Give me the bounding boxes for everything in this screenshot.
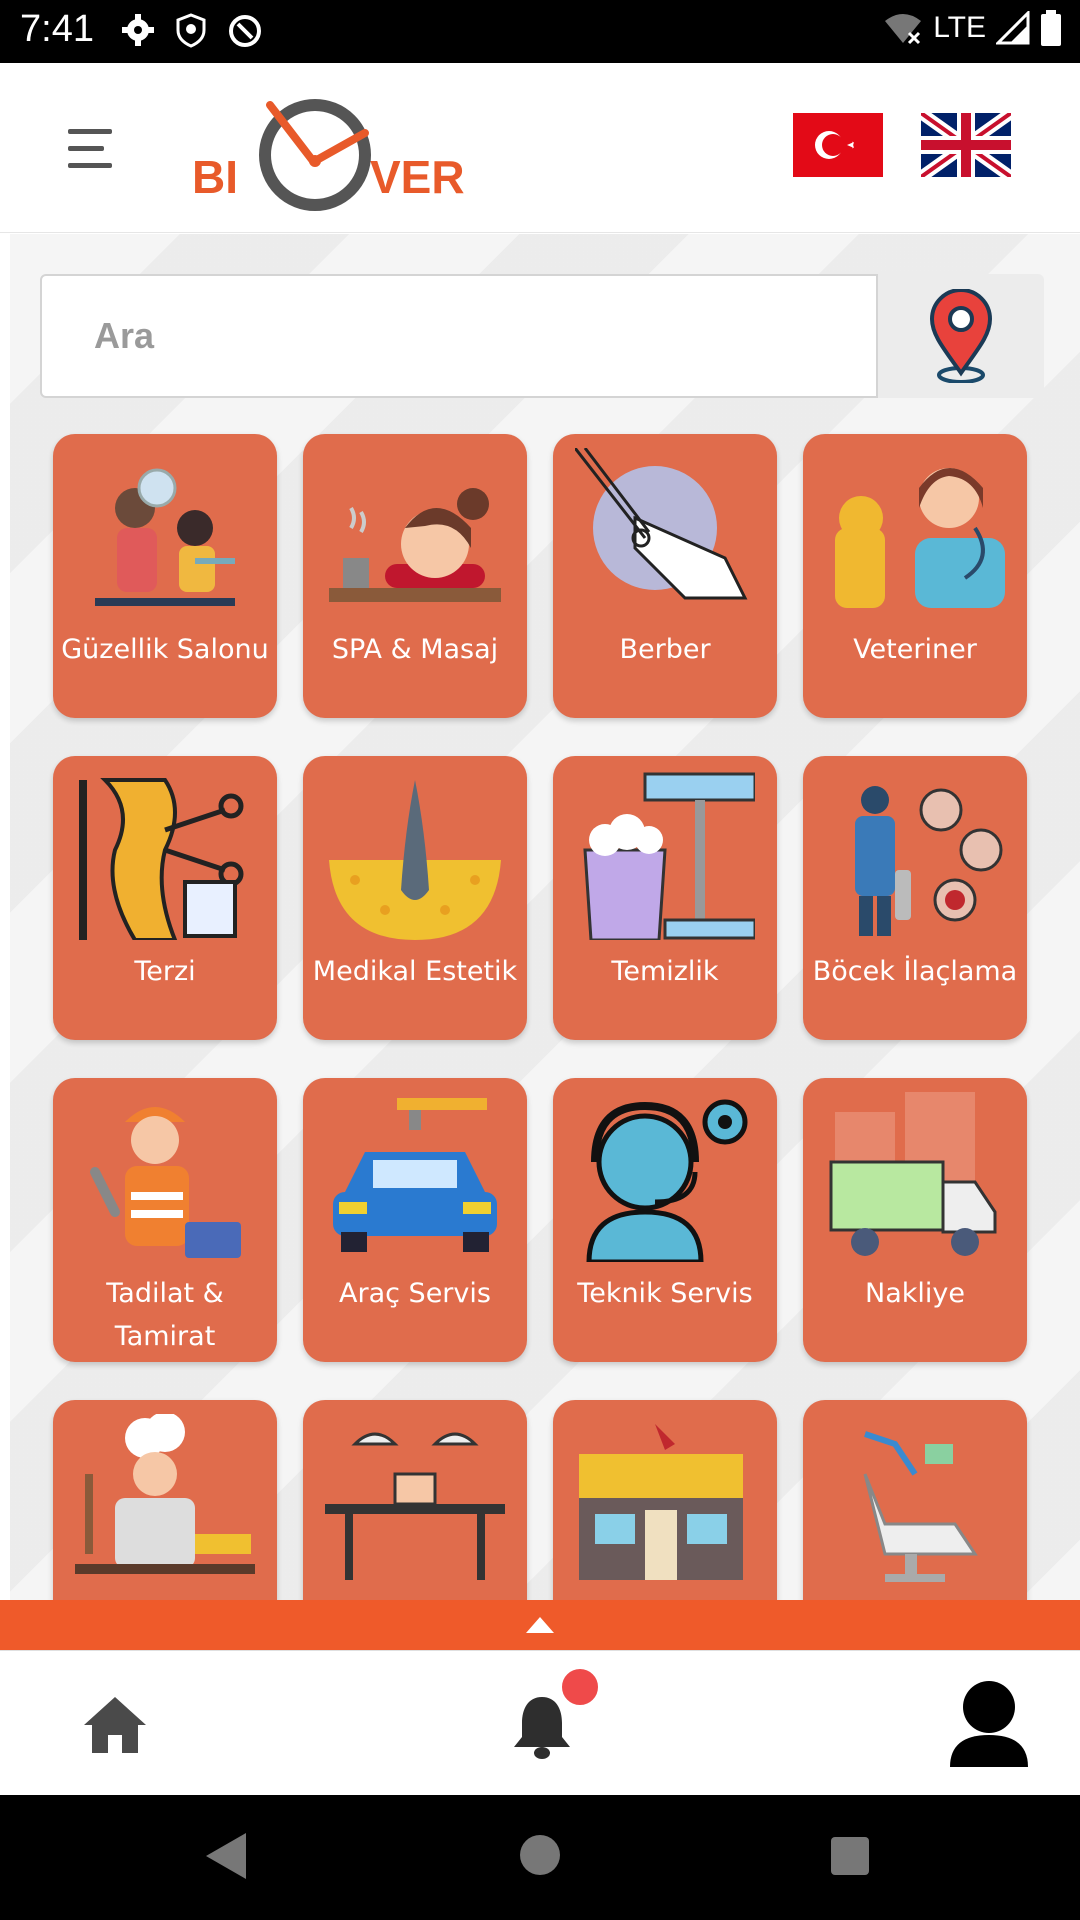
repair-worker-icon (90, 1107, 241, 1258)
category-label: Terzi (134, 956, 196, 987)
category-label: Medikal Estetik (312, 956, 518, 987)
turkey-flag[interactable] (793, 113, 883, 177)
category-tile[interactable]: Böcek İlaçlama (803, 756, 1027, 1040)
pest-control-icon (855, 786, 1003, 936)
settings-gear-icon (122, 14, 154, 46)
hamburger-icon (68, 129, 112, 134)
caret-up-icon (526, 1617, 554, 1633)
category-tile[interactable]: Teknik Servis (553, 1078, 777, 1362)
category-tile[interactable]: Berber (553, 434, 777, 718)
category-tile[interactable]: Tadilat & Tamirat (53, 1078, 277, 1362)
category-label: Tadilat & Tamirat (106, 1278, 224, 1352)
status-time: 7:41 (20, 8, 94, 50)
tattoo-shop-icon (579, 1424, 743, 1580)
beauty-salon-icon (95, 468, 235, 606)
moving-truck-icon (829, 1092, 997, 1256)
app-header: BI VER (0, 63, 1080, 233)
spa-massage-icon (329, 488, 501, 602)
category-label: Araç Servis (339, 1278, 491, 1309)
category-label: Güzellik Salonu (61, 634, 269, 665)
category-label: Veteriner (853, 634, 977, 665)
category-label: SPA & Masaj (331, 634, 499, 665)
status-bar: 7:41 LTE (0, 0, 1080, 63)
category-tile[interactable]: Güzellik Salonu (53, 434, 277, 718)
search-input[interactable] (40, 274, 878, 398)
chef-icon (75, 1414, 255, 1574)
category-tile[interactable]: Terzi (53, 756, 277, 1040)
restaurant-icon (325, 1432, 505, 1580)
category-tile[interactable]: Medikal Estetik (303, 756, 527, 1040)
category-label: Böcek İlaçlama (812, 956, 1018, 987)
category-tile[interactable] (803, 1400, 1027, 1600)
back-icon[interactable] (206, 1833, 246, 1879)
technical-support-icon (586, 1099, 748, 1262)
dentist-chair-icon (863, 1431, 978, 1582)
main-content: Güzellik Salonu SPA & Masaj Berber (10, 234, 1080, 1600)
svg-text:VER: VER (370, 151, 465, 203)
category-label: Nakliye (865, 1278, 965, 1309)
profile-icon[interactable] (948, 1677, 1030, 1773)
home-button-icon[interactable] (520, 1835, 560, 1875)
category-tile[interactable]: SPA & Masaj (303, 434, 527, 718)
shield-icon (176, 13, 206, 48)
category-tile[interactable] (553, 1400, 777, 1600)
category-tile[interactable] (53, 1400, 277, 1600)
category-tile[interactable]: Veteriner (803, 434, 1027, 718)
menu-button[interactable] (62, 125, 122, 173)
svg-text:BI: BI (192, 151, 238, 203)
category-tile[interactable]: Temizlik (553, 756, 777, 1040)
battery-icon (1041, 10, 1061, 46)
car-service-icon (333, 1098, 497, 1252)
tailor-icon (79, 778, 244, 940)
location-button[interactable] (878, 274, 1044, 398)
notification-badge (558, 1665, 602, 1709)
cleaning-icon (583, 772, 755, 940)
wifi-off-icon (885, 14, 922, 45)
bottom-nav (0, 1650, 1080, 1795)
system-navigation-bar (0, 1795, 1080, 1920)
signal-icon (996, 11, 1030, 45)
app-logo: BI VER (192, 99, 465, 211)
category-tile[interactable]: Nakliye (803, 1078, 1027, 1362)
barber-scissors-icon (575, 448, 748, 600)
category-label: Teknik Servis (577, 1278, 753, 1309)
veterinarian-icon (835, 468, 1005, 608)
category-label: Temizlik (611, 956, 719, 987)
network-type: LTE (933, 11, 986, 44)
home-icon[interactable] (82, 1695, 148, 1755)
medical-aesthetic-icon (329, 780, 501, 940)
map-pin-icon (929, 289, 993, 383)
recents-icon[interactable] (831, 1837, 869, 1875)
category-tile[interactable]: Araç Servis (303, 1078, 527, 1362)
category-tile[interactable] (303, 1400, 527, 1600)
sync-icon (229, 15, 261, 47)
category-label: Berber (619, 634, 711, 665)
uk-flag[interactable] (921, 113, 1011, 177)
collapse-toggle[interactable] (0, 1600, 1080, 1650)
